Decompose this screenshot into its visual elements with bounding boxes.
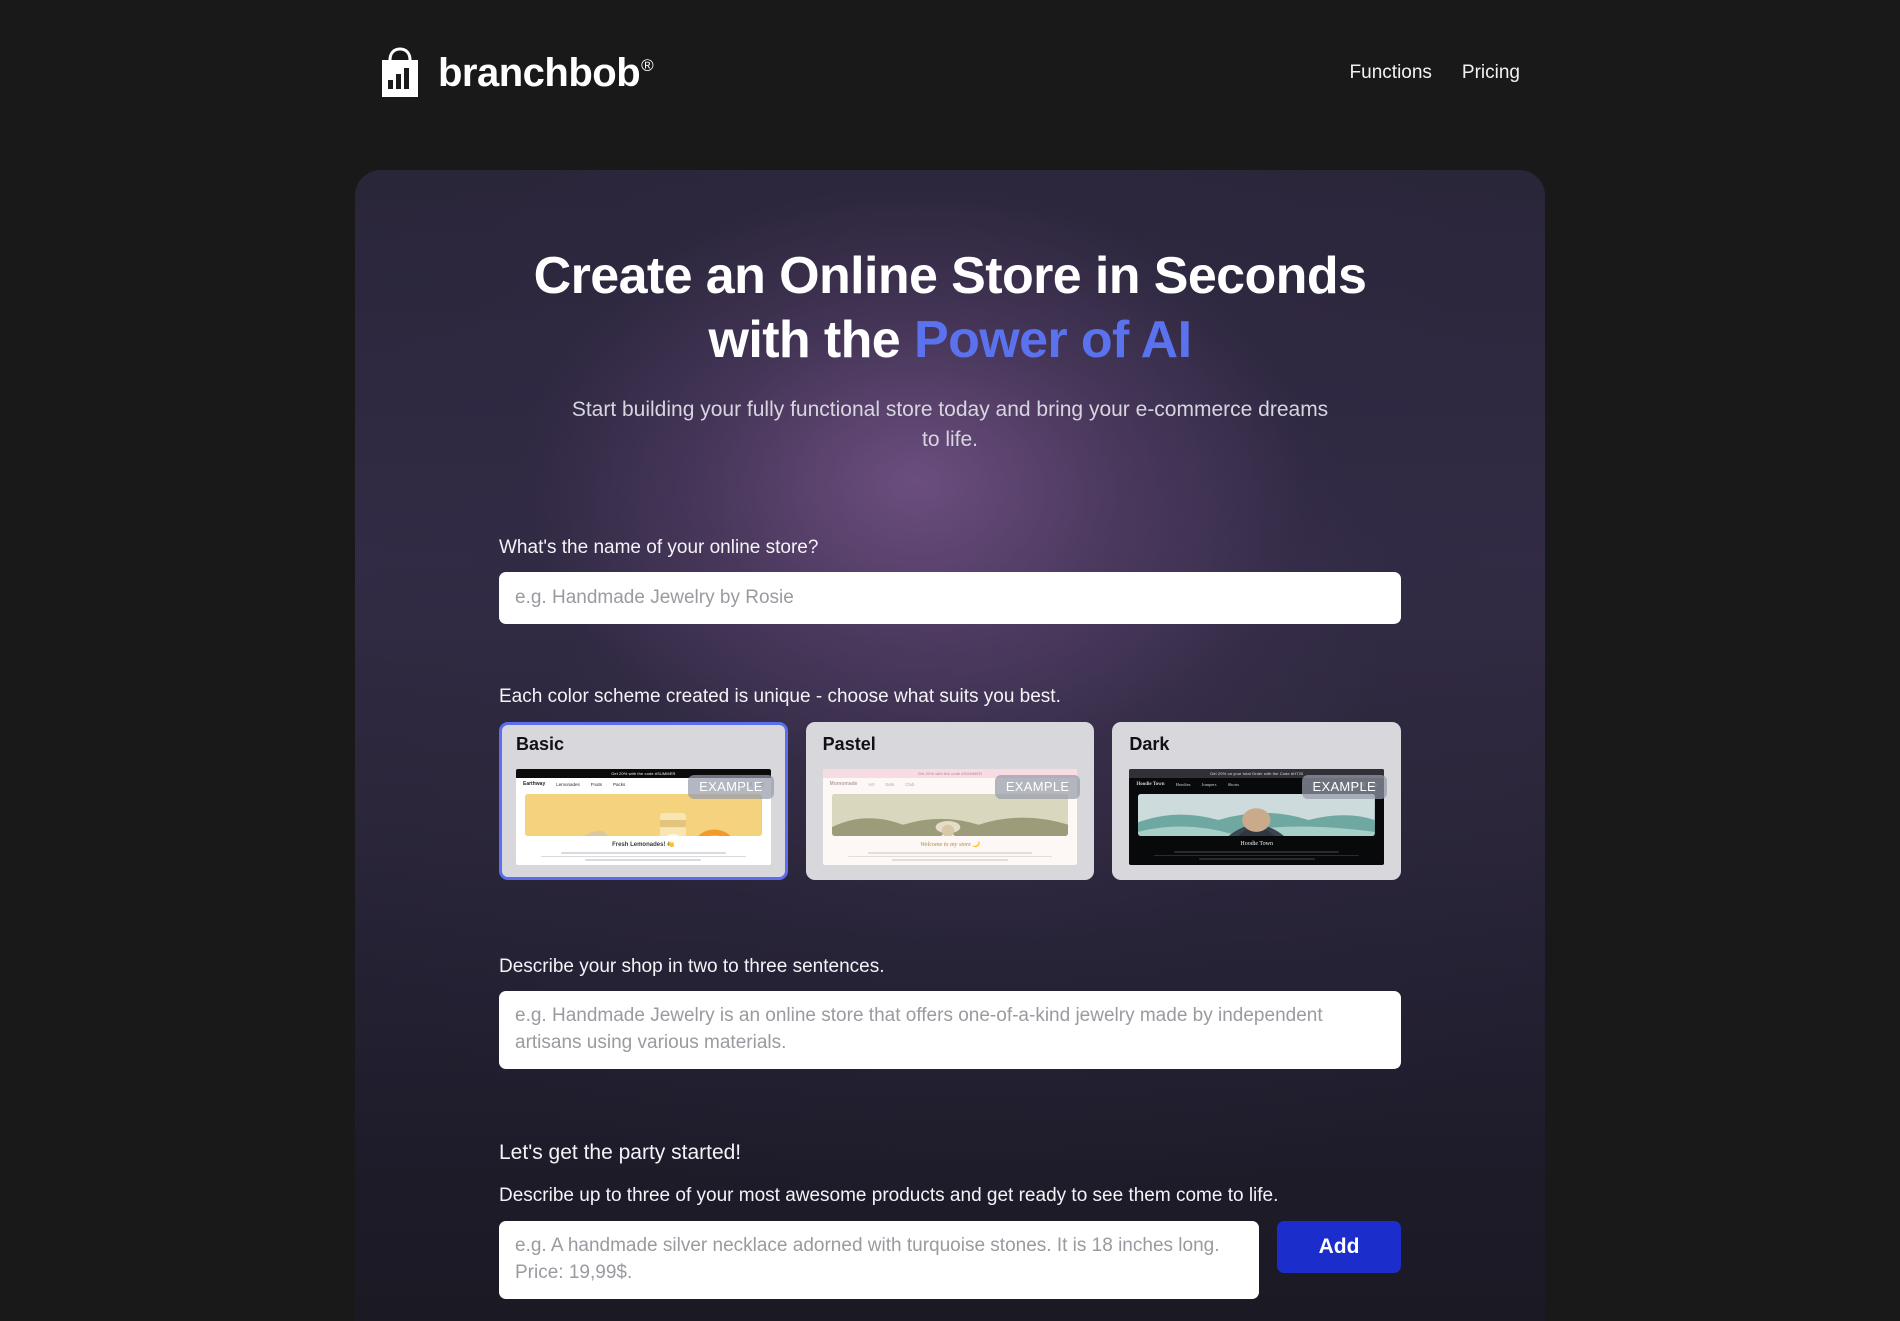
nav-link-pricing[interactable]: Pricing [1460, 58, 1522, 88]
store-name-field-group: What's the name of your online store? [499, 537, 1401, 624]
preview-nav-item: Packs [613, 781, 626, 787]
hero-title-line2-prefix: with the [708, 310, 914, 369]
theme-card-basic[interactable]: Basic Get 20% with the code #SUMMER Eart… [499, 721, 788, 880]
preview-brand: Earthway [523, 781, 546, 788]
preview-nav-item: Lemonades [556, 781, 580, 787]
preview-body-lines [1145, 850, 1368, 860]
hero-section: Create an Online Store in Seconds with t… [355, 170, 1545, 455]
product-input-row: Add [499, 1220, 1401, 1299]
color-scheme-label: Each color scheme created is unique - ch… [499, 685, 1061, 707]
preview-hero-image [831, 793, 1069, 836]
example-badge: EXAMPLE [1301, 774, 1388, 799]
shop-description-group: Describe your shop in two to three sente… [499, 956, 1401, 1069]
theme-card-title: Basic [516, 733, 565, 754]
store-name-label: What's the name of your online store? [499, 536, 819, 558]
site-header: branchbob® Functions Pricing [0, 0, 1900, 145]
brand-name: branchbob® [438, 50, 654, 95]
preview-nav-item: Shorts [1227, 781, 1240, 787]
theme-card-pastel[interactable]: Pastel Get 20% with the code #SUMMER Mom… [805, 721, 1095, 880]
example-badge: EXAMPLE [994, 774, 1081, 799]
example-badge: EXAMPLE [688, 774, 774, 799]
preview-nav-item: Club [905, 781, 915, 787]
preview-nav-item: Hoodies [1175, 781, 1191, 787]
hero-title-accent: Power of AI [913, 310, 1192, 369]
preview-nav-item: Fruits [590, 781, 603, 787]
preview-body-lines [532, 851, 755, 861]
preview-heading: Welcome to my store 🌙 [920, 841, 980, 848]
store-name-input[interactable] [499, 571, 1401, 624]
registered-trademark-icon: ® [641, 56, 654, 76]
preview-brand: Momomade [829, 781, 858, 788]
products-subtitle: Describe up to three of your most awesom… [499, 1184, 1279, 1206]
shop-description-label: Describe your shop in two to three sente… [499, 955, 885, 977]
main-panel: Create an Online Store in Seconds with t… [355, 170, 1545, 1321]
shop-description-textarea[interactable] [499, 990, 1401, 1069]
preview-hero-image [525, 793, 762, 836]
page-title: Create an Online Store in Seconds with t… [355, 245, 1545, 373]
preview-nav-item: Art [868, 781, 875, 787]
theme-card-dark[interactable]: Dark Get 20% on your total Order with th… [1112, 721, 1402, 880]
main-nav: Functions Pricing [1348, 58, 1522, 88]
products-group: Let's get the party started! Describe up… [499, 1141, 1401, 1299]
preview-heading: Fresh Lemonades! 🍋 [612, 841, 675, 848]
preview-brand: Hoodie Town [1136, 781, 1165, 787]
hero-title-line1: Create an Online Store in Seconds [533, 247, 1367, 305]
theme-card-title: Dark [1129, 733, 1170, 754]
add-product-button[interactable]: Add [1277, 1220, 1401, 1273]
shopping-bag-chart-icon [378, 46, 422, 99]
preview-heading: Hoodie Town [1240, 840, 1273, 847]
preview-nav-item: Jumpers [1201, 781, 1217, 787]
color-scheme-group: Each color scheme created is unique - ch… [499, 685, 1402, 880]
brand-logo[interactable]: branchbob® [378, 46, 654, 99]
product-description-textarea[interactable] [499, 1220, 1259, 1299]
preview-body-lines [839, 851, 1062, 861]
page-root: branchbob® Functions Pricing Create an O… [0, 0, 1900, 1321]
preview-hero-image [1138, 793, 1376, 836]
preview-nav-item: Sets [885, 781, 895, 787]
store-builder-form: What's the name of your online store? Ea… [355, 537, 1545, 1299]
nav-link-functions[interactable]: Functions [1348, 58, 1434, 88]
products-title: Let's get the party started! [499, 1140, 742, 1164]
theme-card-title: Pastel [822, 733, 876, 754]
color-scheme-options: Basic Get 20% with the code #SUMMER Eart… [499, 721, 1402, 880]
hero-subtitle: Start building your fully functional sto… [571, 397, 1329, 451]
